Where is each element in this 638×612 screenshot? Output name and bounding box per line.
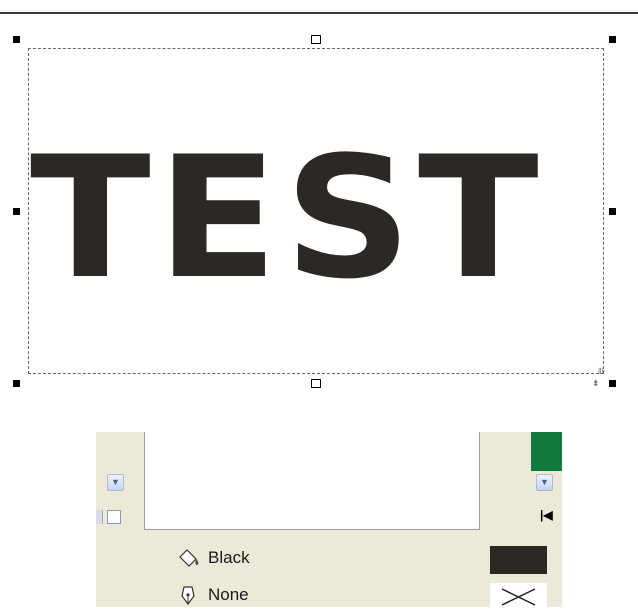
node-arrow-icon: ⊪ — [598, 366, 606, 376]
chevron-down-icon: ▼ — [111, 477, 120, 487]
first-page-icon[interactable]: |◀ — [540, 508, 553, 522]
list-box[interactable] — [144, 432, 480, 530]
paint-bucket-icon — [179, 549, 199, 567]
checkbox[interactable] — [107, 510, 121, 524]
resize-handle-bottom-right[interactable] — [609, 380, 616, 387]
ruler-divider — [0, 12, 638, 14]
equal-spacing-icon: ⇟ — [592, 378, 600, 388]
resize-handle-bottom-center[interactable] — [311, 379, 321, 388]
fill-label: Black — [208, 548, 250, 567]
color-swatch-green[interactable] — [531, 432, 562, 471]
resize-handle-middle-left[interactable] — [13, 208, 20, 215]
panel-edge — [96, 510, 103, 524]
pen-nib-icon — [181, 586, 195, 605]
resize-handle-top-center[interactable] — [311, 35, 321, 44]
outline-row: None — [176, 584, 249, 606]
fill-row: Black — [176, 547, 250, 569]
resize-handle-bottom-left[interactable] — [13, 380, 20, 387]
artwork-text: TEST — [30, 120, 545, 290]
chevron-down-icon: ▼ — [540, 477, 549, 487]
fill-color-swatch[interactable] — [490, 546, 547, 574]
outline-label: None — [208, 585, 249, 604]
outline-color-swatch[interactable] — [490, 583, 547, 607]
no-color-icon — [501, 588, 536, 606]
palette-scroll-down-button[interactable]: ▼ — [536, 474, 553, 491]
resize-handle-top-left[interactable] — [13, 36, 20, 43]
text-artwork[interactable]: TEST — [30, 100, 550, 290]
resize-handle-middle-right[interactable] — [609, 208, 616, 215]
resize-handle-top-right[interactable] — [609, 36, 616, 43]
scroll-down-button[interactable]: ▼ — [107, 474, 124, 491]
